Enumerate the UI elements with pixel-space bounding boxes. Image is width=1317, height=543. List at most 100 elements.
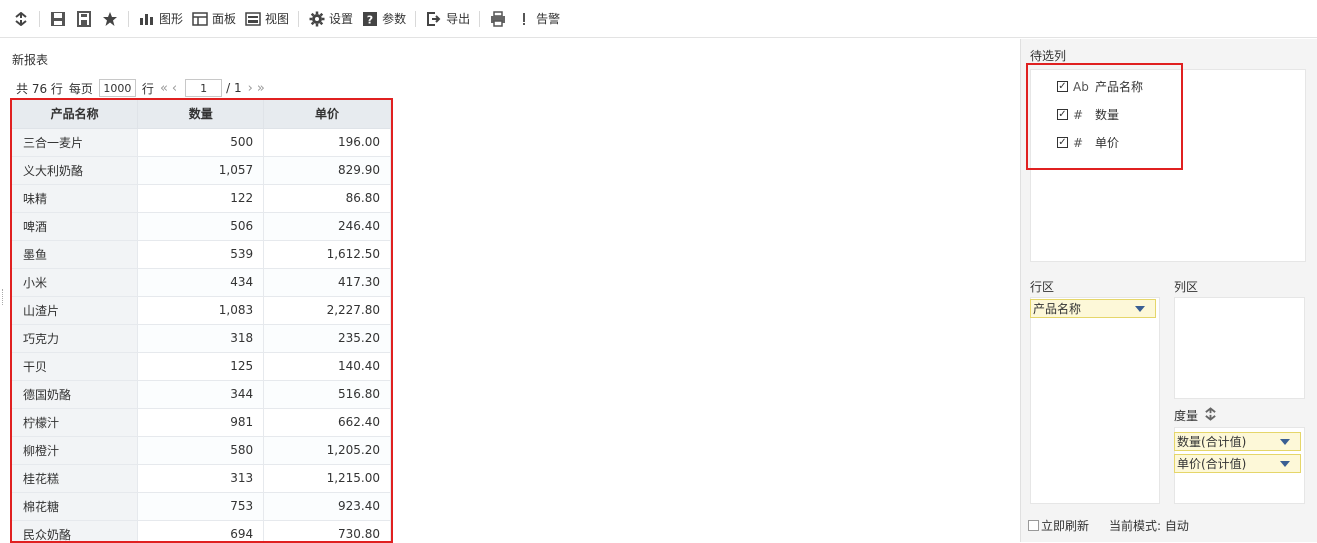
table-row[interactable]: 三合一麦片 500 196.00 — [12, 128, 391, 157]
field-item[interactable]: ✓ # 数量 — [1057, 106, 1119, 123]
chart-icon — [138, 10, 156, 28]
alert-icon — [515, 10, 533, 28]
refresh-button[interactable] — [8, 7, 34, 31]
chevron-down-icon[interactable] — [1280, 461, 1290, 467]
star-icon — [101, 10, 119, 28]
refresh-mode-bar: 立即刷新 当前模式: 自动 — [1028, 517, 1189, 534]
table-cell: 753 — [137, 492, 265, 521]
table-row[interactable]: 柠檬汁 981 662.40 — [12, 408, 391, 437]
field-item[interactable]: ✓ Ab 产品名称 — [1057, 78, 1143, 95]
view-button[interactable]: 视图 — [240, 7, 293, 31]
column-header[interactable]: 数量 — [137, 100, 265, 129]
table-row[interactable]: 棉花糖 753 923.40 — [12, 492, 391, 521]
save-icon — [49, 10, 67, 28]
print-button[interactable] — [485, 7, 511, 31]
table-cell: 196.00 — [263, 128, 391, 157]
column-area-label: 列区 — [1174, 280, 1199, 294]
table-cell: 2,227.80 — [263, 296, 391, 325]
table-row[interactable]: 味精 122 86.80 — [12, 184, 391, 213]
table-row[interactable]: 德国奶酪 344 516.80 — [12, 380, 391, 409]
number-type-icon: # — [1073, 107, 1084, 122]
table-cell: 1,057 — [137, 156, 265, 185]
alert-button[interactable]: 告警 — [511, 7, 564, 31]
measure-label: 度量 — [1174, 409, 1199, 423]
toolbar-divider — [39, 10, 40, 27]
row-area-box — [1030, 297, 1160, 504]
table-cell: 味精 — [12, 184, 139, 213]
table-row[interactable]: 啤酒 506 246.40 — [12, 212, 391, 241]
export-icon — [425, 10, 443, 28]
table-row[interactable]: 墨鱼 539 1,612.50 — [12, 240, 391, 269]
field-item[interactable]: ✓ # 单价 — [1057, 134, 1119, 151]
settings-button-label: 设置 — [329, 12, 354, 26]
table-cell: 235.20 — [263, 324, 391, 353]
table-cell: 民众奶酪 — [12, 520, 139, 541]
toolbar-divider — [128, 10, 129, 27]
table-row[interactable]: 桂花糕 313 1,215.00 — [12, 464, 391, 493]
last-page-button[interactable]: » — [257, 81, 265, 96]
table-cell: 981 — [137, 408, 265, 437]
row-field-tag-label: 产品名称 — [1033, 302, 1082, 316]
save-as-button[interactable] — [71, 7, 97, 31]
table-cell: 516.80 — [263, 380, 391, 409]
table-cell: 662.40 — [263, 408, 391, 437]
auto-refresh-checkbox[interactable] — [1028, 520, 1039, 531]
prev-page-button[interactable]: ‹ — [172, 81, 177, 96]
measure-tag[interactable]: 单价(合计值) — [1174, 454, 1301, 473]
next-page-button[interactable]: › — [248, 81, 253, 96]
table-cell: 山渣片 — [12, 296, 139, 325]
table-cell: 1,215.00 — [263, 464, 391, 493]
table-cell: 1,205.20 — [263, 436, 391, 465]
table-cell: 三合一麦片 — [12, 128, 139, 157]
print-icon — [489, 10, 507, 28]
chevron-down-icon[interactable] — [1280, 439, 1290, 445]
table-cell: 柠檬汁 — [12, 408, 139, 437]
params-button[interactable]: ? 参数 — [357, 7, 410, 31]
panel-button[interactable]: 面板 — [187, 7, 240, 31]
chart-button[interactable]: 图形 — [134, 7, 187, 31]
table-row[interactable]: 巧克力 318 235.20 — [12, 324, 391, 353]
column-area-box — [1174, 297, 1305, 399]
favorite-button[interactable] — [97, 7, 123, 31]
report-title: 新报表 — [12, 53, 49, 67]
save-button[interactable] — [45, 7, 71, 31]
table-cell: 694 — [137, 520, 265, 541]
refresh-icon[interactable] — [1204, 407, 1217, 424]
row-field-tag[interactable]: 产品名称 — [1030, 299, 1156, 318]
measure-tag[interactable]: 数量(合计值) — [1174, 432, 1301, 451]
field-name: 单价 — [1095, 136, 1120, 150]
per-page-input[interactable] — [98, 79, 136, 97]
checkbox-checked-icon[interactable]: ✓ — [1057, 81, 1068, 92]
panel-button-label: 面板 — [212, 12, 237, 26]
table-header-row: 产品名称 数量 单价 — [12, 100, 391, 129]
save-as-icon — [75, 10, 93, 28]
table-row[interactable]: 义大利奶酪 1,057 829.90 — [12, 156, 391, 185]
measure-header: 度量 — [1174, 407, 1217, 424]
per-page-label: 每页 — [68, 81, 93, 96]
checkbox-checked-icon[interactable]: ✓ — [1057, 109, 1068, 120]
settings-button[interactable]: 设置 — [304, 7, 357, 31]
table-cell: 1,083 — [137, 296, 265, 325]
table-row[interactable]: 柳橙汁 580 1,205.20 — [12, 436, 391, 465]
resize-handle[interactable] — [2, 289, 5, 305]
pager: 共 76 行 每页 行 « ‹ / 1 › » — [16, 79, 269, 97]
column-header[interactable]: 产品名称 — [12, 100, 139, 129]
table-row[interactable]: 民众奶酪 694 730.80 — [12, 520, 391, 541]
table-cell: 德国奶酪 — [12, 380, 139, 409]
table-cell: 730.80 — [263, 520, 391, 541]
first-page-button[interactable]: « — [160, 81, 168, 96]
toolbar: 图形 面板 视图 设置 ? 参数 导出 告警 — [0, 0, 1317, 38]
checkbox-checked-icon[interactable]: ✓ — [1057, 137, 1068, 148]
table-row[interactable]: 小米 434 417.30 — [12, 268, 391, 297]
export-button[interactable]: 导出 — [421, 7, 474, 31]
table-row[interactable]: 山渣片 1,083 2,227.80 — [12, 296, 391, 325]
chevron-down-icon[interactable] — [1135, 306, 1145, 312]
column-header[interactable]: 单价 — [263, 100, 391, 129]
toolbar-divider — [415, 10, 417, 27]
page-input[interactable] — [185, 79, 223, 97]
table-row[interactable]: 干贝 125 140.40 — [12, 352, 391, 381]
table-cell: 140.40 — [263, 352, 391, 381]
help-icon: ? — [361, 10, 379, 28]
table-cell: 318 — [137, 324, 265, 353]
refresh-icon — [12, 10, 30, 28]
